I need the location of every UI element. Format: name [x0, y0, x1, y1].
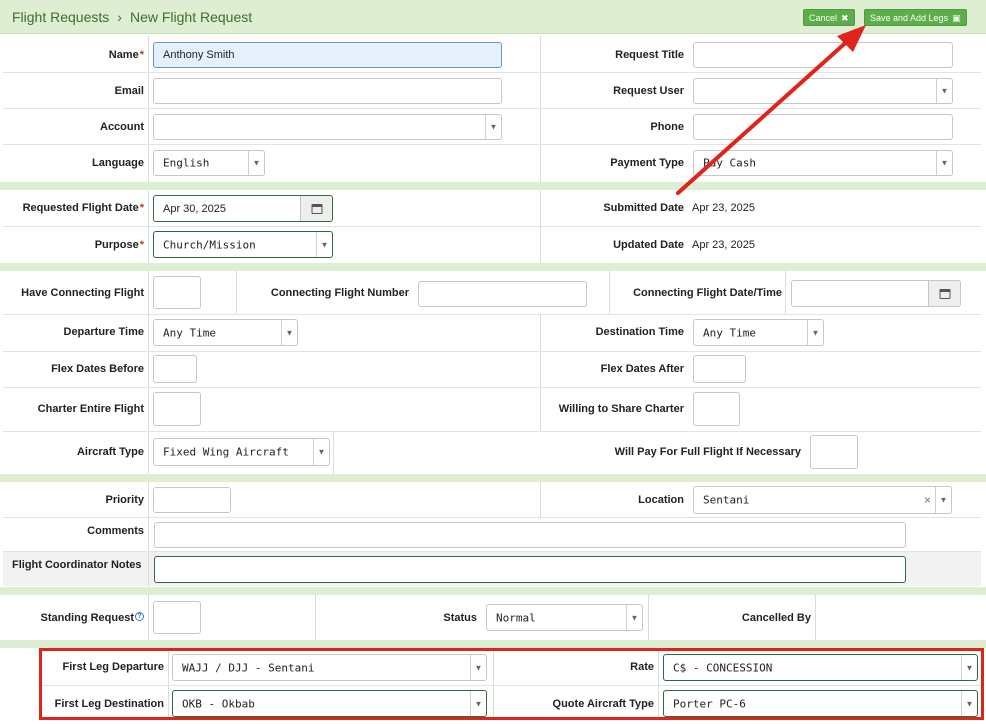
annotation-arrow-shaft: [676, 35, 854, 195]
annotation-arrow: [676, 25, 866, 195]
